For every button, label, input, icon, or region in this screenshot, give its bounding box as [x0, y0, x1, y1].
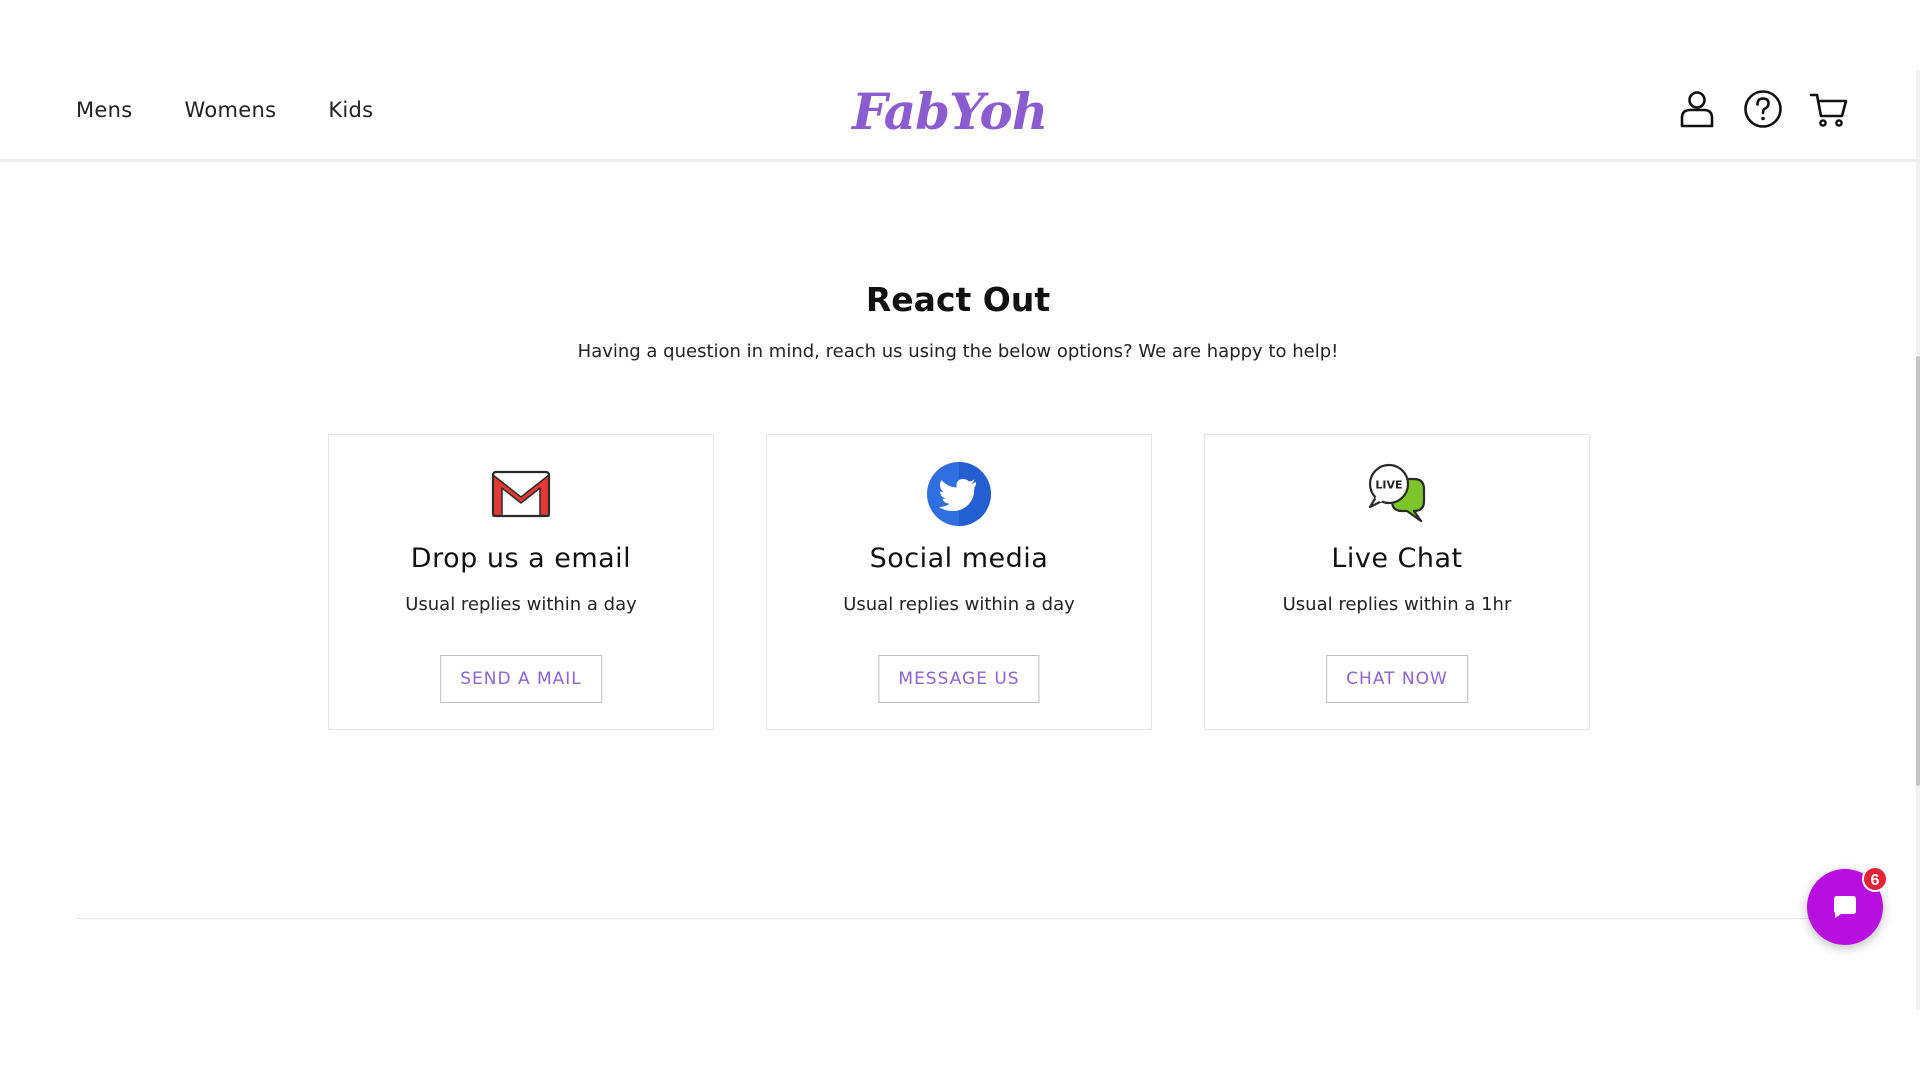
card-text: Usual replies within a day: [843, 594, 1075, 615]
section-subtitle: Having a question in mind, reach us usin…: [577, 341, 1339, 362]
gmail-icon: [491, 470, 551, 518]
twitter-icon: [927, 462, 991, 526]
message-us-button[interactable]: MESSAGE US: [878, 655, 1040, 703]
send-mail-button[interactable]: SEND A MAIL: [440, 655, 602, 703]
scrollbar-thumb[interactable]: [1916, 356, 1920, 786]
cart-icon[interactable]: [1808, 88, 1850, 130]
site-header: Mens Womens Kids FabYoh: [0, 0, 1916, 162]
card-title: Drop us a email: [410, 543, 632, 574]
nav-link-kids[interactable]: Kids: [328, 98, 373, 122]
contact-card-live-chat: LIVE Live Chat Usual replies within a 1h…: [1204, 434, 1590, 730]
footer-divider: [76, 918, 1846, 919]
header-icons: [1676, 88, 1850, 130]
nav-link-mens[interactable]: Mens: [76, 98, 133, 122]
page: Mens Womens Kids FabYoh React Out Having…: [0, 0, 1920, 1080]
brand-logo[interactable]: FabYoh: [852, 82, 1048, 141]
svg-text:LIVE: LIVE: [1375, 479, 1402, 492]
chat-bubble-icon: [1834, 896, 1856, 918]
chat-notification-badge: 6: [1862, 866, 1888, 892]
section-title: React Out: [865, 280, 1051, 319]
contact-card-email: Drop us a email Usual replies within a d…: [328, 434, 714, 730]
live-chat-icon: LIVE: [1368, 463, 1426, 523]
contact-card-social: Social media Usual replies within a day …: [766, 434, 1152, 730]
help-icon[interactable]: [1742, 88, 1784, 130]
main-nav: Mens Womens Kids: [76, 98, 373, 122]
nav-link-womens[interactable]: Womens: [185, 98, 277, 122]
card-text: Usual replies within a day: [405, 594, 637, 615]
card-title: Live Chat: [1331, 543, 1463, 574]
chat-now-button[interactable]: CHAT NOW: [1326, 655, 1468, 703]
user-icon[interactable]: [1676, 88, 1718, 130]
card-text: Usual replies within a 1hr: [1282, 594, 1512, 615]
card-title: Social media: [869, 543, 1049, 574]
contact-cards: Drop us a email Usual replies within a d…: [328, 434, 1590, 730]
